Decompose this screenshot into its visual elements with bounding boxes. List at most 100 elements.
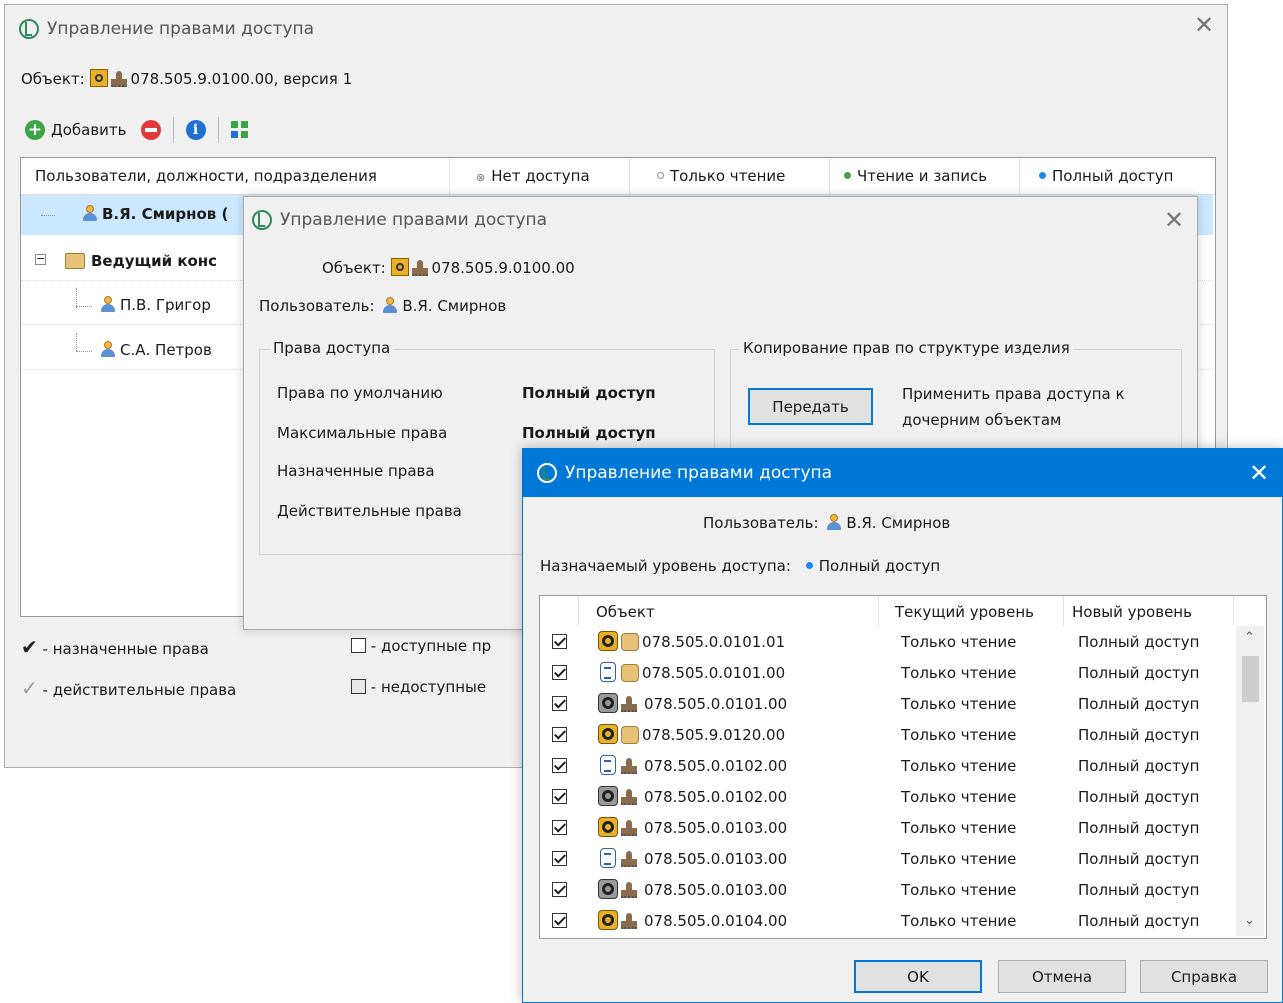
user-icon [827, 514, 842, 530]
row-checkbox[interactable] [552, 665, 567, 680]
close-icon[interactable]: ✕ [1181, 5, 1227, 45]
right-label: Права по умолчанию [277, 384, 443, 402]
scroll-up-icon[interactable]: ⌃ [1244, 630, 1255, 645]
user-icon [101, 296, 115, 312]
current-level: Только чтение [901, 695, 1017, 713]
legend-effective: ✓ - действительные права [21, 676, 236, 700]
full-access-dot-icon [805, 562, 813, 569]
collapse-icon[interactable]: − [35, 253, 46, 265]
column-no-access[interactable]: ⊗ Нет доступа [476, 167, 590, 185]
object-name: 078.505.0.0103.00 [644, 850, 788, 868]
scrollbar[interactable]: ⌃ ⌄ [1236, 626, 1264, 936]
row-checkbox[interactable] [552, 634, 567, 649]
structure-icon[interactable] [230, 121, 249, 139]
table-row[interactable]: 078.505.0.0101.00 Только чтение Полный дос… [540, 657, 1236, 688]
help-button[interactable]: Справка [1140, 960, 1268, 993]
toolbar-separator [217, 117, 219, 143]
empty-box-icon [351, 638, 366, 653]
new-level: Полный доступ [1078, 912, 1200, 930]
scroll-down-icon[interactable]: ⌄ [1244, 913, 1255, 928]
column-current-level[interactable]: Текущий уровень [895, 603, 1034, 621]
current-level: Только чтение [901, 757, 1017, 775]
scroll-thumb[interactable] [1242, 656, 1259, 702]
app-logo-icon [537, 463, 557, 483]
stamp-icon [620, 696, 638, 712]
second-object-line: Объект: 078.505.9.0100.00 [322, 258, 575, 277]
box-icon [621, 633, 639, 651]
checkmark-outline-icon: ✓ [21, 676, 38, 700]
user-icon [83, 205, 97, 221]
tree-item-label: В.Я. Смирнов ( [102, 205, 229, 223]
project-icon [598, 817, 618, 837]
table-row[interactable]: 078.505.0.0102.00 Только чтение Полный дос… [540, 781, 1236, 812]
rights-group-title: Права доступа [270, 339, 394, 357]
column-read-write[interactable]: Чтение и запись [844, 167, 987, 185]
column-full-access[interactable]: Полный доступ [1039, 167, 1173, 185]
table-row[interactable]: 078.505.9.0120.00 Только чтение Полный дос… [540, 719, 1236, 750]
close-icon[interactable]: ✕ [1236, 449, 1282, 497]
front-user-line: Пользователь: В.Я. Смирнов [703, 514, 950, 532]
user-icon [383, 297, 398, 313]
table-row[interactable]: 078.505.0.0103.00 Только чтение Полный дос… [540, 843, 1236, 874]
front-window-title: Управление правами доступа [565, 463, 833, 483]
full-access-dot-icon [1039, 172, 1046, 179]
cancel-button[interactable]: Отмена [998, 960, 1126, 993]
close-icon[interactable]: ✕ [1151, 197, 1197, 243]
row-checkbox[interactable] [552, 789, 567, 804]
transfer-description: дочерним объектам [902, 411, 1062, 429]
new-level: Полный доступ [1078, 633, 1200, 651]
table-row[interactable]: 078.505.0.0103.00 Только чтение Полный дос… [540, 812, 1236, 843]
column-users[interactable]: Пользователи, должности, подразделения [35, 167, 377, 185]
table-row[interactable]: 078.505.0.0102.00 Только чтение Полный дос… [540, 750, 1236, 781]
legend-assigned-label: - назначенные права [42, 640, 209, 658]
legend-unavailable: - недоступные [351, 678, 486, 696]
second-titlebar: Управление правами доступа ✕ [244, 197, 1197, 243]
table-row[interactable]: 078.505.0.0101.01 Только чтение Полный дос… [540, 626, 1236, 657]
object-name: 078.505.0.0103.00 [644, 819, 788, 837]
list-rows: 078.505.0.0101.01 Только чтение Полный дос… [540, 626, 1236, 936]
project-icon [598, 631, 618, 651]
user-label: Пользователь: [259, 297, 375, 315]
row-checkbox[interactable] [552, 913, 567, 928]
stamp-icon [411, 260, 429, 276]
add-button[interactable]: + Добавить [25, 120, 127, 140]
row-checkbox[interactable] [552, 820, 567, 835]
main-object-line: Объект: 078.505.9.0100.00, версия 1 [21, 69, 352, 88]
stamp-icon [620, 882, 638, 898]
tree-item-label: Ведущий конс [91, 252, 218, 270]
row-checkbox[interactable] [552, 727, 567, 742]
gray-box-icon [351, 679, 366, 694]
read-only-dot-icon [657, 172, 664, 179]
transfer-button[interactable]: Передать [748, 388, 873, 425]
project-icon [89, 69, 108, 87]
stamp-icon [620, 758, 638, 774]
column-object[interactable]: Объект [596, 603, 655, 621]
column-read-only[interactable]: Только чтение [657, 167, 785, 185]
row-checkbox[interactable] [552, 882, 567, 897]
main-window-title: Управление правами доступа [47, 19, 315, 39]
user-value: В.Я. Смирнов [402, 297, 507, 315]
ok-button[interactable]: OK [854, 960, 982, 993]
row-checkbox[interactable] [552, 758, 567, 773]
info-icon[interactable]: i [185, 120, 206, 140]
row-checkbox[interactable] [552, 696, 567, 711]
level-line: Назначаемый уровень доступа: Полный дост… [540, 557, 940, 575]
table-row[interactable]: 078.505.0.0103.00 Только чтение Полный дос… [540, 874, 1236, 905]
table-row[interactable]: 078.505.0.0104.00 Только чтение Полный дос… [540, 905, 1236, 936]
front-window: Управление правами доступа ✕ Пользовател… [522, 448, 1283, 1003]
column-full-access-label: Полный доступ [1052, 167, 1174, 185]
remove-icon[interactable] [140, 120, 161, 140]
column-new-level[interactable]: Новый уровень [1072, 603, 1192, 621]
object-label: Объект: [21, 70, 85, 88]
no-access-icon: ⊗ [476, 171, 486, 184]
new-level: Полный доступ [1078, 881, 1200, 899]
stamp-icon [110, 71, 128, 87]
transfer-description: Применить права доступа к [902, 385, 1125, 403]
box-icon [621, 664, 639, 682]
read-write-dot-icon [844, 172, 851, 179]
table-row[interactable]: 078.505.0.0101.00 Только чтение Полный дос… [540, 688, 1236, 719]
document-icon [600, 848, 616, 868]
object-value: 078.505.9.0100.00 [431, 259, 575, 277]
row-checkbox[interactable] [552, 851, 567, 866]
toolbar-separator [172, 117, 174, 143]
